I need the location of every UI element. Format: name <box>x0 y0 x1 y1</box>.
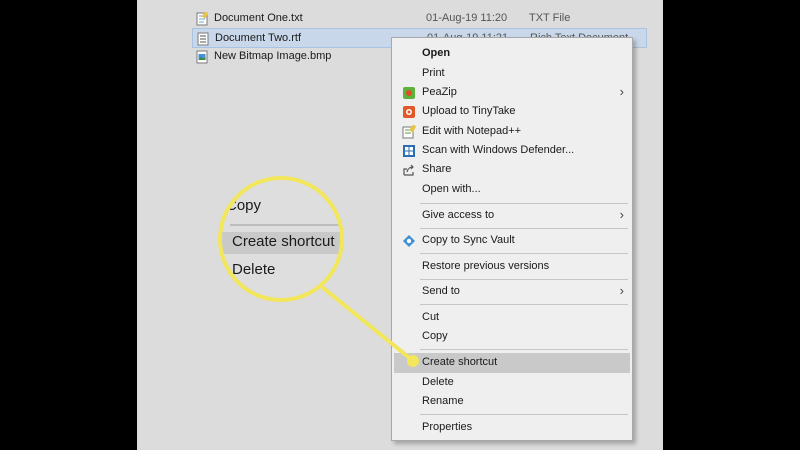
zoom-callout: Copy Create shortcut Delete <box>218 176 344 302</box>
zoom-item-label: Delete <box>232 261 276 278</box>
zoom-item-label: Copy <box>226 197 262 214</box>
zoom-item-create-shortcut: Create shortcut <box>222 232 340 254</box>
zoom-item-label: Create shortcut <box>232 233 335 250</box>
callout-connector-line <box>320 285 414 362</box>
zoom-separator <box>230 224 340 226</box>
callout-anchor-dot <box>407 355 419 367</box>
zoom-item-copy: Copy <box>222 196 340 218</box>
zoom-item-delete: Delete <box>222 260 340 282</box>
